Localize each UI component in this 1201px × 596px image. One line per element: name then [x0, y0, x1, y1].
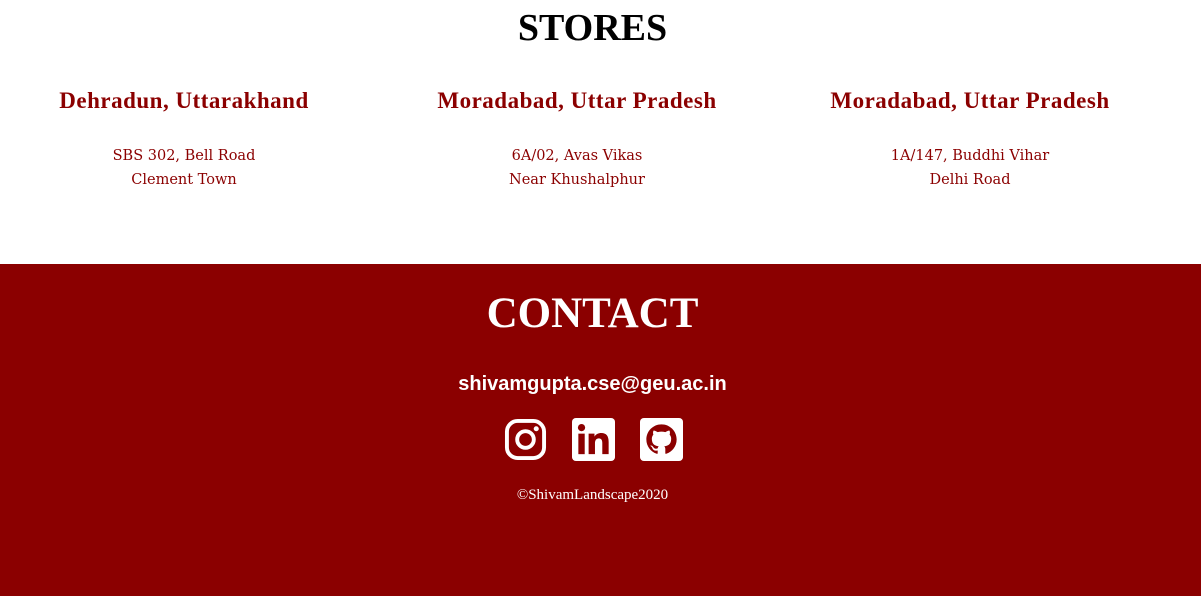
stores-title: STORES — [517, 7, 668, 49]
social-links — [504, 418, 683, 461]
contact-section: CONTACT shivamgupta.cse@geu.ac.in ©Shiva… — [0, 264, 1201, 596]
linkedin-link[interactable] — [572, 418, 615, 461]
store-city: Moradabad, Uttar Pradesh — [830, 88, 1110, 113]
contact-email-link[interactable]: shivamgupta.cse@geu.ac.in — [0, 371, 1185, 397]
store-address-line-1: 1A/147, Buddhi Vihar — [890, 148, 1050, 164]
store-city: Moradabad, Uttar Pradesh — [437, 88, 717, 113]
copyright-text: ©ShivamLandscape2020 — [516, 487, 669, 503]
store-card-moradabad-avas-vikas: Moradabad, Uttar Pradesh 6A/02, Avas Vik… — [397, 86, 757, 192]
store-address-line-2: Near Khushalphur — [509, 172, 645, 188]
store-address-line-2: Delhi Road — [929, 172, 1011, 188]
linkedin-icon — [572, 418, 615, 461]
github-icon — [640, 418, 683, 461]
store-city: Dehradun, Uttarakhand — [59, 88, 309, 113]
instagram-icon — [504, 418, 547, 461]
store-address-line-1: 6A/02, Avas Vikas — [511, 148, 643, 164]
store-card-moradabad-buddhi-vihar: Moradabad, Uttar Pradesh 1A/147, Buddhi … — [790, 86, 1150, 192]
instagram-link[interactable] — [504, 418, 547, 461]
store-address-line-1: SBS 302, Bell Road — [112, 148, 256, 164]
contact-title: CONTACT — [486, 290, 699, 337]
github-link[interactable] — [640, 418, 683, 461]
store-address-line-2: Clement Town — [131, 172, 237, 188]
store-card-dehradun: Dehradun, Uttarakhand SBS 302, Bell Road… — [4, 86, 364, 192]
